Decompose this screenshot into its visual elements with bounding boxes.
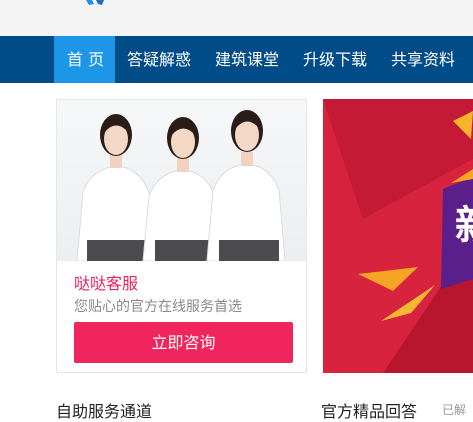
- service-card-subtitle: 您贴心的官方在线服务首选: [74, 299, 242, 315]
- promo-banner[interactable]: 新: [323, 99, 473, 373]
- nav-item-download[interactable]: 升级下载: [303, 36, 367, 83]
- nav-item-qa[interactable]: 答疑解惑: [127, 36, 191, 83]
- answered-count-label: 已解: [442, 403, 467, 417]
- service-staff-photo: [57, 100, 306, 261]
- customer-service-card: 哒哒客服 您贴心的官方在线服务首选 立即咨询: [56, 99, 307, 373]
- self-service-heading: 自助服务通道: [56, 402, 153, 421]
- main-nav: 首 页 答疑解惑 建筑课堂 升级下载 共享资料: [0, 36, 473, 83]
- banner-partial-text: 新: [455, 203, 473, 249]
- service-card-title: 哒哒客服: [74, 274, 139, 293]
- nav-item-home[interactable]: 首 页: [54, 36, 115, 83]
- consult-now-button[interactable]: 立即咨询: [74, 322, 293, 363]
- official-answers-heading: 官方精品回答: [321, 402, 418, 421]
- top-header-bar: [0, 0, 473, 36]
- nav-item-shared[interactable]: 共享资料: [391, 36, 455, 83]
- nav-item-classroom[interactable]: 建筑课堂: [215, 36, 279, 83]
- logo-fragment-icon: [86, 0, 104, 5]
